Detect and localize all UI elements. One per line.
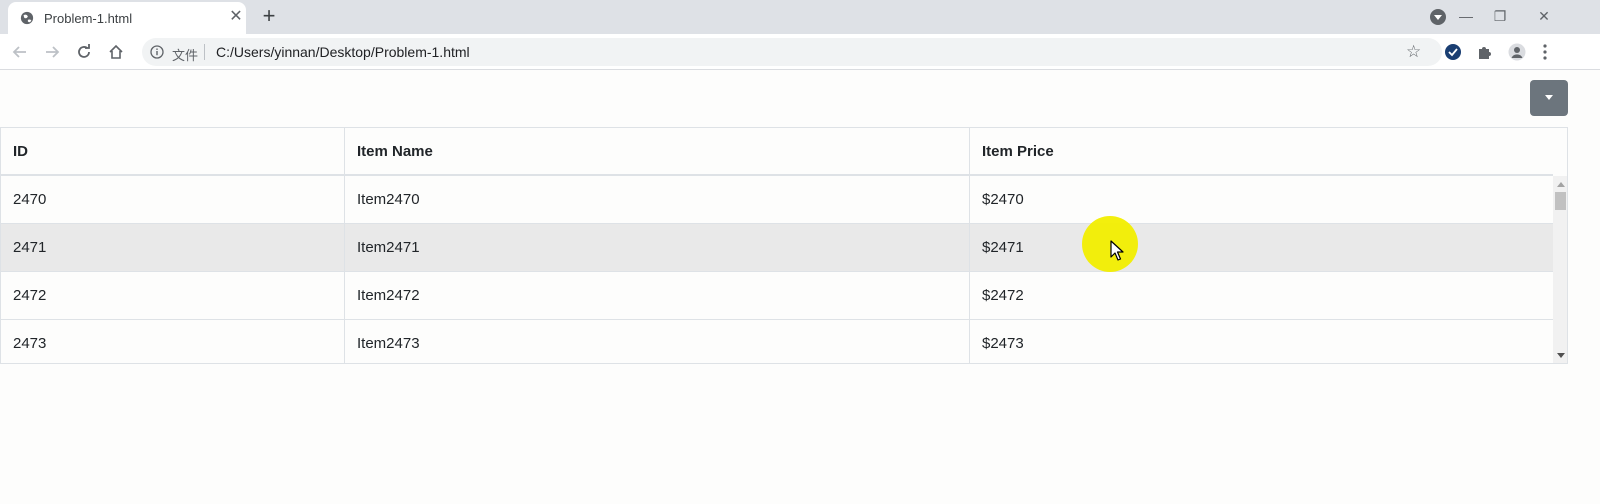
bookmark-star-icon[interactable]: ☆ [1406, 42, 1421, 62]
scroll-up-arrow-icon[interactable] [1557, 182, 1565, 187]
scrollbar-thumb[interactable] [1555, 192, 1566, 210]
cell-item-price: $2473 [982, 335, 1024, 352]
tab-strip: Problem-1.html ✕ + — ❐ ✕ [0, 0, 1600, 34]
table-row[interactable]: 2470 Item2470 $2470 [1, 176, 1553, 224]
extension-check-icon[interactable] [1444, 43, 1462, 61]
restore-button[interactable]: ❐ [1490, 6, 1510, 26]
cell-id: 2471 [1, 224, 345, 272]
cell-item-name: Item2473 [345, 320, 970, 363]
browser-tab[interactable]: Problem-1.html ✕ [8, 2, 246, 34]
profile-avatar-icon[interactable] [1508, 43, 1526, 61]
mouse-pointer-icon [1110, 240, 1124, 261]
scroll-down-arrow-icon[interactable] [1557, 353, 1565, 358]
column-header-item-name: Item Name [345, 128, 970, 176]
items-table: ID Item Name Item Price 2470 Item2470 $2… [0, 127, 1568, 364]
table-row[interactable]: 2473 Item2473 $2473 [1, 320, 1553, 363]
tab-close-icon[interactable]: ✕ [228, 9, 244, 25]
column-header-item-price: Item Price [982, 143, 1054, 160]
arrow-left-icon [12, 46, 26, 58]
table-row[interactable]: 2472 Item2472 $2472 [1, 272, 1553, 320]
minimize-button[interactable]: — [1456, 6, 1476, 26]
arrow-right-icon [46, 46, 60, 58]
menu-dots-icon[interactable] [1536, 43, 1554, 61]
home-button[interactable] [104, 40, 128, 64]
cell-item-name: Item2470 [345, 176, 970, 224]
tab-search-icon[interactable] [1430, 9, 1446, 25]
table-header: ID Item Name Item Price [1, 128, 1553, 176]
new-tab-button[interactable]: + [258, 5, 280, 28]
cell-item-name: Item2472 [345, 272, 970, 320]
table-scrollbar[interactable] [1553, 176, 1567, 363]
window-close-button[interactable]: ✕ [1534, 6, 1554, 26]
browser-toolbar: 文件 C:/Users/yinnan/Desktop/Problem-1.htm… [0, 34, 1600, 70]
reload-button[interactable] [72, 40, 96, 64]
cell-item-name: Item2471 [345, 224, 970, 272]
home-icon [109, 44, 123, 59]
cell-id: 2470 [1, 176, 345, 224]
globe-icon [20, 11, 34, 25]
cell-item-price: $2470 [982, 191, 1024, 208]
address-divider [204, 44, 205, 60]
cell-item-price: $2472 [982, 287, 1024, 304]
tab-title: Problem-1.html [44, 11, 133, 26]
column-header-id: ID [1, 128, 345, 176]
cell-id: 2473 [1, 320, 345, 363]
forward-button[interactable] [40, 40, 64, 64]
puzzle-icon[interactable] [1476, 43, 1494, 61]
table-row[interactable]: 2471 Item2471 $2471 [1, 224, 1553, 272]
info-icon[interactable] [150, 45, 164, 59]
reload-icon [78, 44, 90, 58]
address-url[interactable]: C:/Users/yinnan/Desktop/Problem-1.html [216, 44, 470, 60]
back-button[interactable] [8, 40, 32, 64]
cell-item-price: $2471 [982, 239, 1024, 256]
address-bar[interactable]: 文件 C:/Users/yinnan/Desktop/Problem-1.htm… [142, 38, 1442, 66]
cell-id: 2472 [1, 272, 345, 320]
dropdown-toggle-button[interactable] [1530, 80, 1568, 116]
address-scheme: 文件 [172, 48, 199, 63]
